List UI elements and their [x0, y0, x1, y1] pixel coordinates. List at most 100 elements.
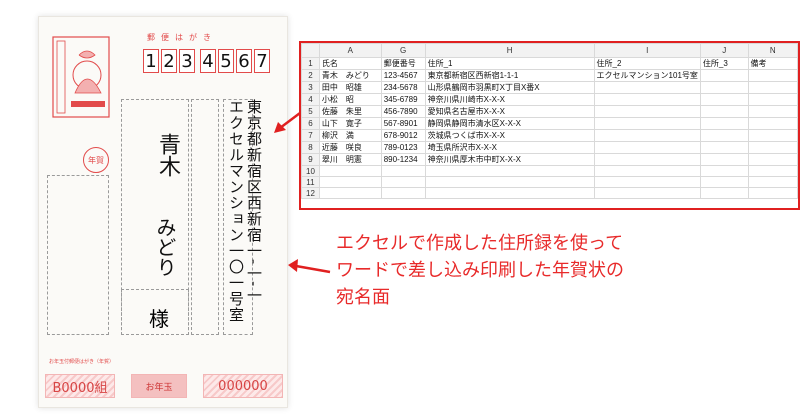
- table-cell[interactable]: [593, 187, 701, 199]
- table-cell[interactable]: [593, 81, 701, 94]
- table-cell[interactable]: [747, 117, 798, 130]
- table-row: 10: [301, 165, 798, 177]
- table-cell[interactable]: [747, 165, 798, 177]
- table-cell[interactable]: [424, 176, 595, 188]
- table-cell[interactable]: 山下 寛子: [318, 117, 382, 130]
- caption-line-1: エクセルで作成した住所録を使って: [336, 233, 624, 254]
- column-header-row: A G H I J N: [301, 43, 798, 58]
- row-number[interactable]: 6: [301, 117, 320, 130]
- table-cell[interactable]: [593, 176, 701, 188]
- table-cell[interactable]: 柳沢 満: [318, 129, 382, 142]
- select-all-corner[interactable]: [301, 43, 320, 58]
- zip-digit: 5: [218, 49, 234, 73]
- row-number[interactable]: 11: [301, 176, 320, 188]
- table-cell[interactable]: 郵便番号: [380, 57, 426, 70]
- table-cell[interactable]: [699, 105, 749, 118]
- table-cell[interactable]: [593, 93, 701, 106]
- zip-digit: 2: [161, 49, 177, 73]
- table-cell[interactable]: 456-7890: [380, 105, 426, 118]
- column-header[interactable]: G: [380, 43, 426, 58]
- table-cell[interactable]: [593, 117, 701, 130]
- row-number[interactable]: 1: [301, 57, 320, 70]
- table-cell[interactable]: 890-1234: [380, 153, 426, 166]
- table-cell[interactable]: [747, 69, 798, 82]
- table-cell[interactable]: [699, 153, 749, 166]
- table-cell[interactable]: 123-4567: [380, 69, 426, 82]
- table-cell[interactable]: [747, 105, 798, 118]
- table-cell[interactable]: [747, 129, 798, 142]
- address-block: 東京都新宿区西新宿一-一-一 エクセルマンション一〇一号室: [227, 99, 263, 349]
- table-cell[interactable]: 田中 昭雄: [318, 81, 382, 94]
- table-cell[interactable]: 567-8901: [380, 117, 426, 130]
- table-cell[interactable]: [699, 69, 749, 82]
- table-cell[interactable]: 345-6789: [380, 93, 426, 106]
- row-number[interactable]: 12: [301, 187, 320, 199]
- table-cell[interactable]: 近藤 咲良: [318, 141, 382, 154]
- table-cell[interactable]: [747, 93, 798, 106]
- table-cell[interactable]: [424, 165, 595, 177]
- table-cell[interactable]: 氏名: [318, 57, 382, 70]
- column-header[interactable]: H: [424, 43, 595, 58]
- table-cell[interactable]: [380, 176, 426, 188]
- table-cell[interactable]: [747, 153, 798, 166]
- table-cell[interactable]: [318, 176, 382, 188]
- table-cell[interactable]: [593, 105, 701, 118]
- table-cell[interactable]: [699, 141, 749, 154]
- table-cell[interactable]: [380, 187, 426, 199]
- table-cell[interactable]: [747, 81, 798, 94]
- column-header[interactable]: J: [699, 43, 749, 58]
- table-cell[interactable]: [424, 187, 595, 199]
- table-cell[interactable]: [699, 129, 749, 142]
- table-cell[interactable]: [699, 81, 749, 94]
- row-number[interactable]: 9: [301, 153, 320, 166]
- table-cell[interactable]: [747, 141, 798, 154]
- table-cell[interactable]: 小松 昭: [318, 93, 382, 106]
- table-cell[interactable]: [380, 165, 426, 177]
- row-number[interactable]: 2: [301, 69, 320, 82]
- table-cell[interactable]: [699, 165, 749, 177]
- table-cell[interactable]: 翠川 明憲: [318, 153, 382, 166]
- table-cell[interactable]: [593, 165, 701, 177]
- table-cell[interactable]: 静岡県静岡市清水区X-X-X: [424, 117, 595, 130]
- nenga-mark: 年賀: [83, 147, 109, 173]
- table-cell[interactable]: 埼玉県所沢市X-X-X: [424, 141, 595, 154]
- column-header[interactable]: A: [318, 43, 382, 58]
- table-cell[interactable]: 神奈川県厚木市中町X-X-X: [424, 153, 595, 166]
- table-cell[interactable]: 青木 みどり: [318, 69, 382, 82]
- table-cell[interactable]: 住所_2: [593, 57, 701, 70]
- table-cell[interactable]: [593, 153, 701, 166]
- table-cell[interactable]: 789-0123: [380, 141, 426, 154]
- row-number[interactable]: 5: [301, 105, 320, 118]
- table-cell[interactable]: [593, 129, 701, 142]
- row-number[interactable]: 7: [301, 129, 320, 142]
- table-cell[interactable]: [747, 176, 798, 188]
- table-cell[interactable]: 山形県鶴岡市羽黒町X丁目X番X: [424, 81, 595, 94]
- table-cell[interactable]: [318, 187, 382, 199]
- table-cell[interactable]: 愛知県名古屋市X-X-X: [424, 105, 595, 118]
- table-cell[interactable]: [747, 187, 798, 199]
- table-cell[interactable]: [593, 141, 701, 154]
- column-header[interactable]: I: [593, 43, 701, 58]
- table-cell[interactable]: 神奈川県川崎市X-X-X: [424, 93, 595, 106]
- table-cell[interactable]: 茨城県つくば市X-X-X: [424, 129, 595, 142]
- table-cell[interactable]: [699, 176, 749, 188]
- table-row: 4 小松 昭 345-6789 神奈川県川崎市X-X-X: [301, 93, 798, 106]
- table-cell[interactable]: 東京都新宿区西新宿1-1-1: [424, 69, 595, 82]
- table-cell[interactable]: 備考: [747, 57, 798, 70]
- table-cell[interactable]: 住所_3: [699, 57, 749, 70]
- table-cell[interactable]: 住所_1: [424, 57, 595, 70]
- table-cell[interactable]: 234-5678: [380, 81, 426, 94]
- table-cell[interactable]: [699, 93, 749, 106]
- excel-sheet-frame: A G H I J N 1 氏名 郵便番号 住所_1 住所_2 住所_3 備考 2 青木 みどり…: [299, 41, 800, 210]
- table-cell[interactable]: 678-9012: [380, 129, 426, 142]
- row-number[interactable]: 3: [301, 81, 320, 94]
- row-number[interactable]: 8: [301, 141, 320, 154]
- row-number[interactable]: 4: [301, 93, 320, 106]
- table-cell[interactable]: [318, 165, 382, 177]
- table-cell[interactable]: エクセルマンション101号室: [593, 69, 701, 82]
- table-cell[interactable]: [699, 117, 749, 130]
- row-number[interactable]: 10: [301, 165, 320, 177]
- table-cell[interactable]: [699, 187, 749, 199]
- table-cell[interactable]: 佐藤 朱里: [318, 105, 382, 118]
- column-header[interactable]: N: [747, 43, 798, 58]
